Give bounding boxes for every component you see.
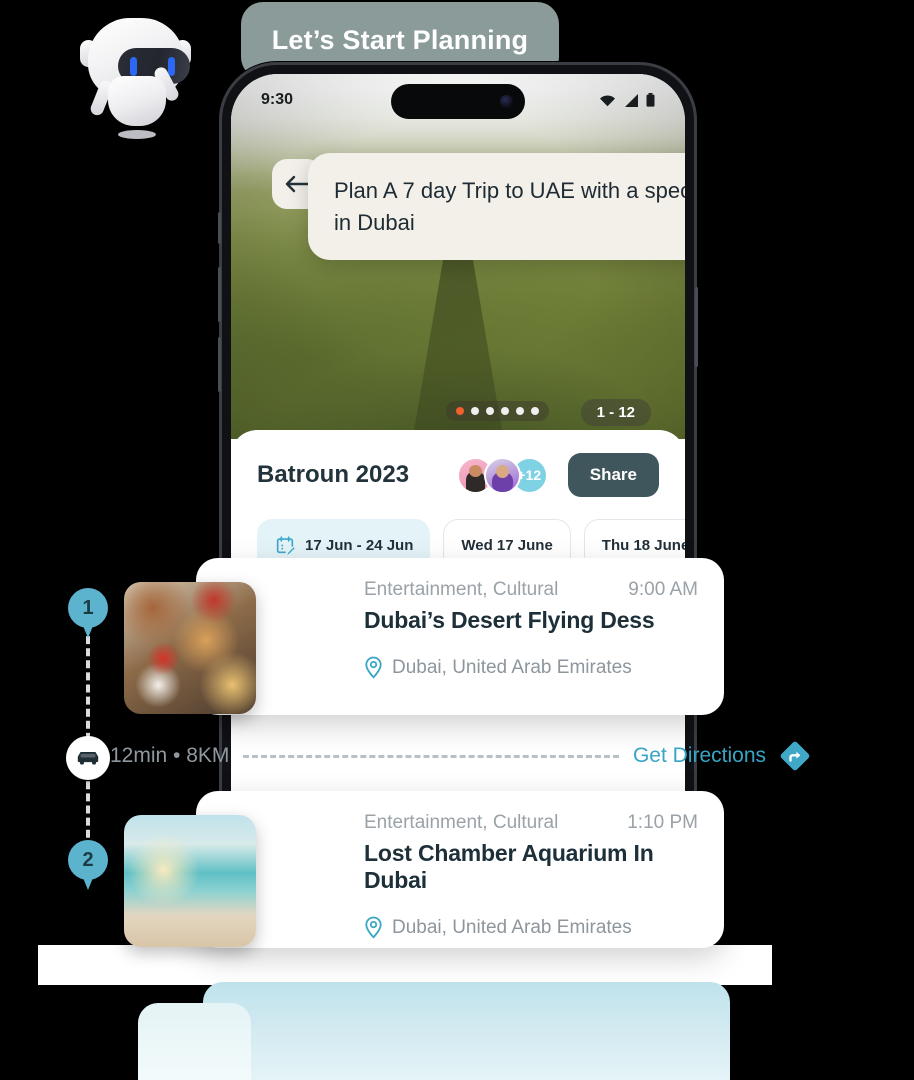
- prompt-text: Plan A 7 day Trip to UAE with a special …: [334, 178, 685, 235]
- banner-title: Let’s Start Planning: [271, 25, 529, 55]
- battery-icon: [646, 93, 655, 107]
- activity-location: Dubai, United Arab Emirates: [392, 656, 632, 678]
- avatar[interactable]: [483, 456, 521, 494]
- carousel-dot[interactable]: [516, 407, 524, 415]
- location-pin-icon: [365, 916, 382, 939]
- front-camera-icon: [500, 95, 513, 108]
- activity-title: Lost Chamber Aquarium In Dubai: [364, 840, 654, 893]
- activity-time: 9:00 AM: [628, 579, 698, 600]
- activity-location-row: Dubai, United Arab Emirates: [364, 916, 698, 939]
- activity-category: Entertainment, Cultural: [364, 812, 559, 833]
- assistant-robot-mascot: [70, 8, 202, 148]
- get-directions-link[interactable]: Get Directions: [633, 744, 766, 768]
- date-chip-label: Thu 18 June: [601, 536, 685, 554]
- activity-location-row: Dubai, United Arab Emirates: [364, 656, 698, 679]
- robot-body: [108, 76, 166, 126]
- calendar-edit-icon: [276, 536, 295, 555]
- status-time: 9:30: [261, 91, 294, 108]
- carousel-dot[interactable]: [456, 407, 464, 415]
- carousel-dot[interactable]: [486, 407, 494, 415]
- location-pin-icon: [365, 656, 382, 679]
- activity-card[interactable]: Entertainment, Cultural 9:00 AM Dubai’s …: [124, 558, 724, 715]
- wifi-icon: [600, 94, 615, 106]
- back-arrow-icon: [285, 175, 310, 193]
- carousel-dot[interactable]: [471, 407, 479, 415]
- cellular-signal-icon: [625, 93, 638, 107]
- dynamic-island: [391, 84, 525, 119]
- carousel-dot[interactable]: [531, 407, 539, 415]
- transit-duration-distance: 12min • 8KM: [110, 744, 230, 767]
- activity-location: Dubai, United Arab Emirates: [392, 916, 632, 938]
- trip-header: Batroun 2023 +12 Share: [231, 430, 685, 497]
- turn-right-diamond-icon[interactable]: [780, 741, 810, 771]
- map-pin-number: 1: [82, 596, 94, 619]
- activity-category: Entertainment, Cultural: [364, 579, 559, 600]
- trip-title: Batroun 2023: [257, 461, 410, 488]
- date-range-label: 17 Jun - 24 Jun: [305, 536, 414, 554]
- activity-card[interactable]: Entertainment, Cultural 1:10 PM Lost Cha…: [124, 791, 724, 948]
- carousel-dot[interactable]: [501, 407, 509, 415]
- carousel-counter: 1 - 12: [580, 399, 651, 426]
- robot-shadow: [118, 130, 156, 139]
- carousel-dots[interactable]: [446, 401, 549, 421]
- itinerary-timeline: 1 2: [66, 588, 110, 908]
- robot-eye-right: [168, 57, 175, 76]
- activity-time: 1:10 PM: [627, 812, 698, 833]
- avatar-group[interactable]: +12: [456, 456, 548, 494]
- activity-title: Dubai’s Desert Flying Dess: [364, 607, 655, 633]
- map-pin-2[interactable]: 2: [68, 840, 108, 892]
- transit-mode-badge: [66, 736, 110, 780]
- map-pin-1[interactable]: 1: [68, 588, 108, 640]
- upcoming-card-placeholder: [203, 982, 730, 1080]
- activity-thumbnail: [124, 582, 256, 714]
- upcoming-thumb-placeholder: [138, 1003, 251, 1080]
- prompt-bubble: Plan A 7 day Trip to UAE with a special …: [308, 153, 685, 261]
- phone-power-button[interactable]: [695, 287, 698, 367]
- activity-thumbnail: [124, 815, 256, 947]
- phone-volume-down-button[interactable]: [218, 337, 221, 392]
- transit-row: 12min • 8KM Get Directions: [110, 738, 810, 774]
- transit-dashed-connector: [243, 754, 619, 758]
- car-icon: [77, 751, 99, 765]
- share-button[interactable]: Share: [567, 453, 659, 497]
- date-chip-label: Wed 17 June: [461, 536, 553, 554]
- robot-eye-left: [130, 57, 137, 76]
- phone-volume-up-button[interactable]: [218, 267, 221, 322]
- map-pin-number: 2: [82, 848, 94, 871]
- phone-silent-switch[interactable]: [218, 212, 221, 244]
- screenshot-stage: Let’s Start Planning 9:30 Plan A 7 day T…: [0, 0, 914, 1080]
